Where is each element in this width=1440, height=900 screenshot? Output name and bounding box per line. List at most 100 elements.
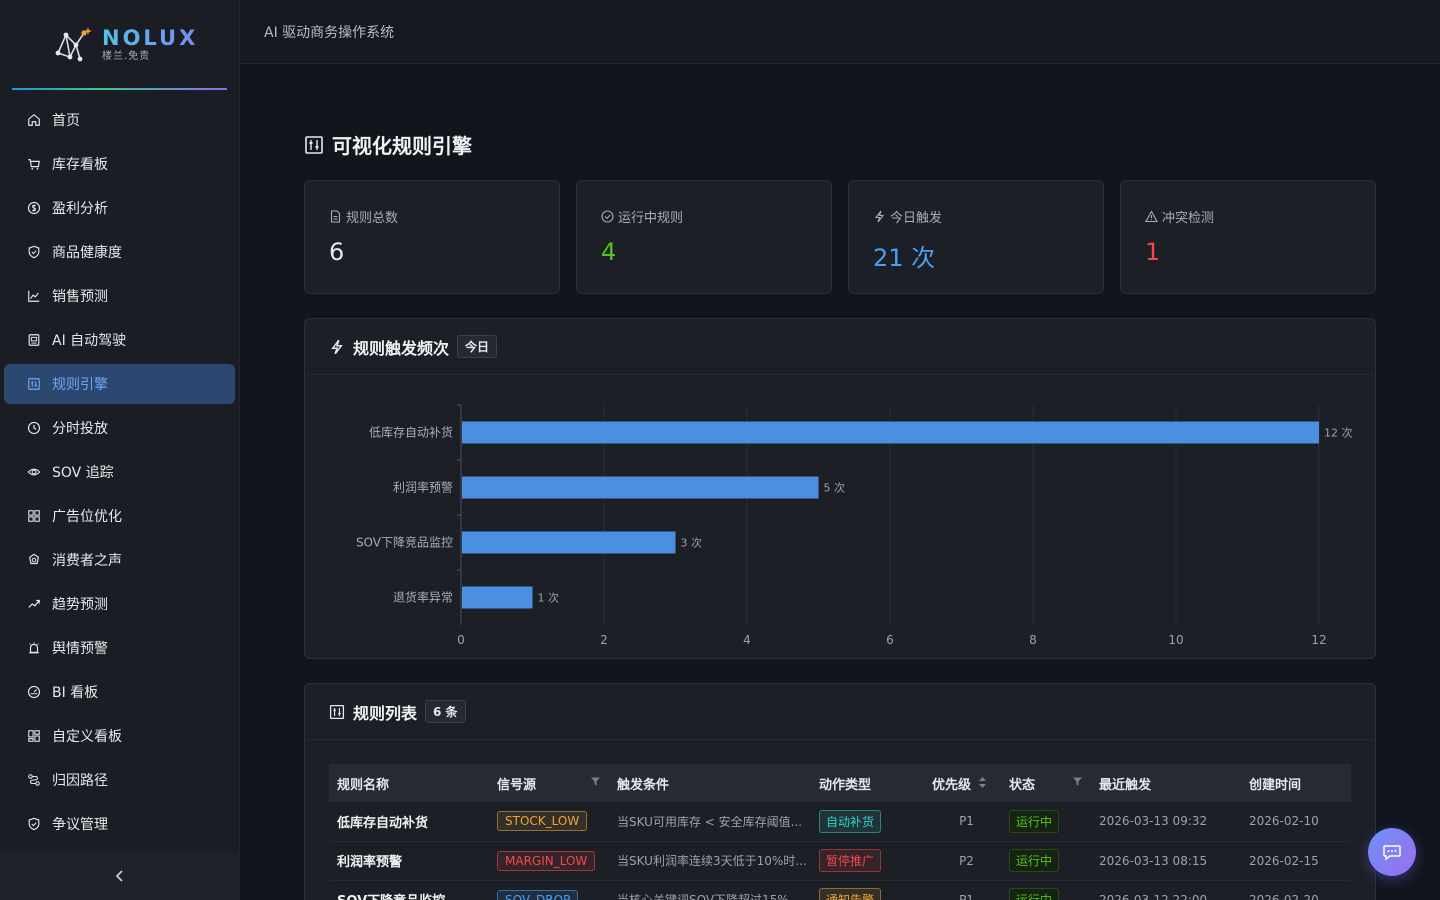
sidebar-item[interactable]: 消费者之声	[4, 540, 235, 580]
column-header-label: 创建时间	[1249, 777, 1302, 793]
x-tick-label: 0	[457, 633, 465, 647]
sidebar-item[interactable]: SOV 追踪	[4, 452, 235, 492]
sidebar-item[interactable]: 规则引擎	[4, 364, 235, 404]
sidebar-item-label: 商品健康度	[52, 245, 122, 261]
shield-icon	[26, 244, 42, 260]
panel-title: 规则触发频次	[353, 338, 450, 358]
sidebar-item[interactable]: 广告位优化	[4, 496, 235, 536]
x-tick-label: 6	[886, 633, 894, 647]
rule-name[interactable]: SOV下降竞品监控	[329, 880, 489, 900]
x-tick-label: 8	[1029, 633, 1037, 647]
sidebar-item-label: SOV 追踪	[52, 465, 114, 481]
rules-icon	[26, 376, 42, 392]
created-cell: 2026-02-15	[1241, 841, 1351, 881]
data-label: 5 次	[824, 481, 846, 495]
bar	[462, 531, 676, 554]
created-text: 2026-02-10	[1249, 814, 1319, 829]
sidebar-item[interactable]: 趋势预测	[4, 584, 235, 624]
category-label: 退货率异常	[393, 590, 453, 605]
sidebar: NOLUX 楼兰.免责 首页 库存看板 盈利分析商品健康度销售预测 AI 自动驾驶规则…	[0, 0, 240, 900]
status-badge: 运行中	[1009, 888, 1060, 900]
sidebar-item[interactable]: 销售预测	[4, 276, 235, 316]
rule-name-text: 低库存自动补货	[337, 815, 429, 831]
sidebar-item[interactable]: 争议管理	[4, 804, 235, 844]
column-header[interactable]: 规则名称	[329, 764, 489, 802]
filter-icon[interactable]	[1072, 776, 1083, 790]
stat-value: 1	[1145, 238, 1161, 266]
column-header-label: 触发条件	[617, 777, 670, 793]
lightning-icon	[874, 210, 885, 223]
column-header-label: 状态	[1009, 777, 1036, 793]
status-badge: 运行中	[1009, 849, 1060, 872]
line-chart-icon	[26, 288, 42, 304]
dollar-icon	[26, 200, 42, 216]
filter-icon[interactable]	[590, 776, 601, 790]
data-label: 1 次	[538, 591, 560, 605]
data-label: 3 次	[681, 536, 703, 550]
chat-button[interactable]	[1368, 828, 1416, 876]
file-icon	[330, 210, 341, 223]
priority-cell: P2	[924, 841, 1001, 881]
sidebar-item[interactable]: 自定义看板	[4, 716, 235, 756]
column-header[interactable]: 最近触发	[1091, 764, 1241, 802]
grid-icon	[26, 508, 42, 524]
top-header: AI 驱动商务操作系统	[240, 0, 1440, 64]
created-cell: 2026-02-20	[1241, 880, 1351, 900]
check-circle-icon	[601, 210, 614, 223]
rules-list-panel: 规则列表 6 条 规则名称 信号源 触发条件 动作类型 优先级 状态 最近触发 创建时间 低库…	[304, 683, 1376, 900]
last-trigger-text: 2026-03-13 08:15	[1099, 853, 1208, 868]
sidebar-item-label: 自定义看板	[52, 729, 122, 745]
sort-icon[interactable]	[978, 776, 987, 792]
dashboard-icon	[26, 684, 42, 700]
priority-cell: P1	[924, 880, 1001, 900]
last-trigger-cell: 2026-03-13 08:15	[1091, 841, 1241, 881]
shield-check-icon	[26, 816, 42, 832]
stat-label: 规则总数	[346, 211, 399, 226]
stat-value: 21 次	[873, 244, 936, 272]
table-row[interactable]: SOV下降竞品监控 SOV_DROP 当核心关键词SOV下降超过15%... 通知告警…	[329, 880, 1351, 900]
logo[interactable]: NOLUX 楼兰.免责	[0, 0, 239, 90]
rule-name[interactable]: 利润率预警	[329, 841, 489, 881]
trigger-frequency-panel: 规则触发频次 今日 0 2 4 6 8 10 12 低库存自动补货 12 次利润率预警 5 次 SO…	[304, 318, 1376, 659]
column-header[interactable]: 优先级	[924, 764, 1001, 802]
bar	[462, 421, 1319, 444]
column-header[interactable]: 状态	[1001, 764, 1091, 802]
created-text: 2026-02-15	[1249, 853, 1319, 868]
sidebar-item[interactable]: 商品健康度	[4, 232, 235, 272]
clock-icon	[26, 420, 42, 436]
table-row[interactable]: 低库存自动补货 STOCK_LOW 当SKU可用库存 < 安全库存阈值... 自动补货…	[329, 802, 1351, 842]
sidebar-item[interactable]: 分时投放	[4, 408, 235, 448]
stat-card-total: 规则总数 6	[304, 180, 560, 294]
cart-icon	[26, 156, 42, 172]
sidebar-item[interactable]: 舆情预警	[4, 628, 235, 668]
sidebar-item[interactable]: BI 看板	[4, 672, 235, 712]
sidebar-item-label: 规则引擎	[52, 377, 108, 393]
last-trigger-text: 2026-03-13 09:32	[1099, 814, 1208, 829]
category-label: 低库存自动补货	[369, 425, 453, 440]
table-row[interactable]: 利润率预警 MARGIN_LOW 当SKU利润率连续3天低于10%时... 暂停推广 P…	[329, 841, 1351, 881]
stat-value: 6	[329, 238, 345, 266]
stat-label: 运行中规则	[618, 211, 684, 226]
chat-icon	[1383, 845, 1401, 861]
sidebar-item[interactable]: 盈利分析	[4, 188, 235, 228]
rule-name[interactable]: 低库存自动补货	[329, 802, 489, 842]
sidebar-item[interactable]: 首页	[4, 100, 235, 140]
signal-tag: STOCK_LOW	[497, 811, 588, 832]
stat-card-conflict: 冲突检测 1	[1120, 180, 1376, 294]
category-label: 利润率预警	[393, 480, 453, 495]
column-header[interactable]: 触发条件	[609, 764, 811, 802]
column-header[interactable]: 动作类型	[811, 764, 924, 802]
sidebar-item[interactable]: 库存看板	[4, 144, 235, 184]
sidebar-item[interactable]: AI 自动驾驶	[4, 320, 235, 360]
warning-icon	[1145, 210, 1158, 223]
created-text: 2026-02-20	[1249, 892, 1319, 900]
collapse-button[interactable]	[0, 852, 240, 900]
sidebar-nav: 首页 库存看板 盈利分析商品健康度销售预测 AI 自动驾驶规则引擎分时投放 SOV 追踪…	[0, 90, 239, 844]
column-header[interactable]: 信号源	[489, 764, 609, 802]
alarm-icon	[26, 640, 42, 656]
created-cell: 2026-02-10	[1241, 802, 1351, 842]
category-label: SOV下降竞品监控	[356, 536, 453, 550]
condition-text: 当SKU可用库存 < 安全库存阈值...	[617, 814, 803, 829]
column-header[interactable]: 创建时间	[1241, 764, 1351, 802]
sidebar-item[interactable]: 归因路径	[4, 760, 235, 800]
